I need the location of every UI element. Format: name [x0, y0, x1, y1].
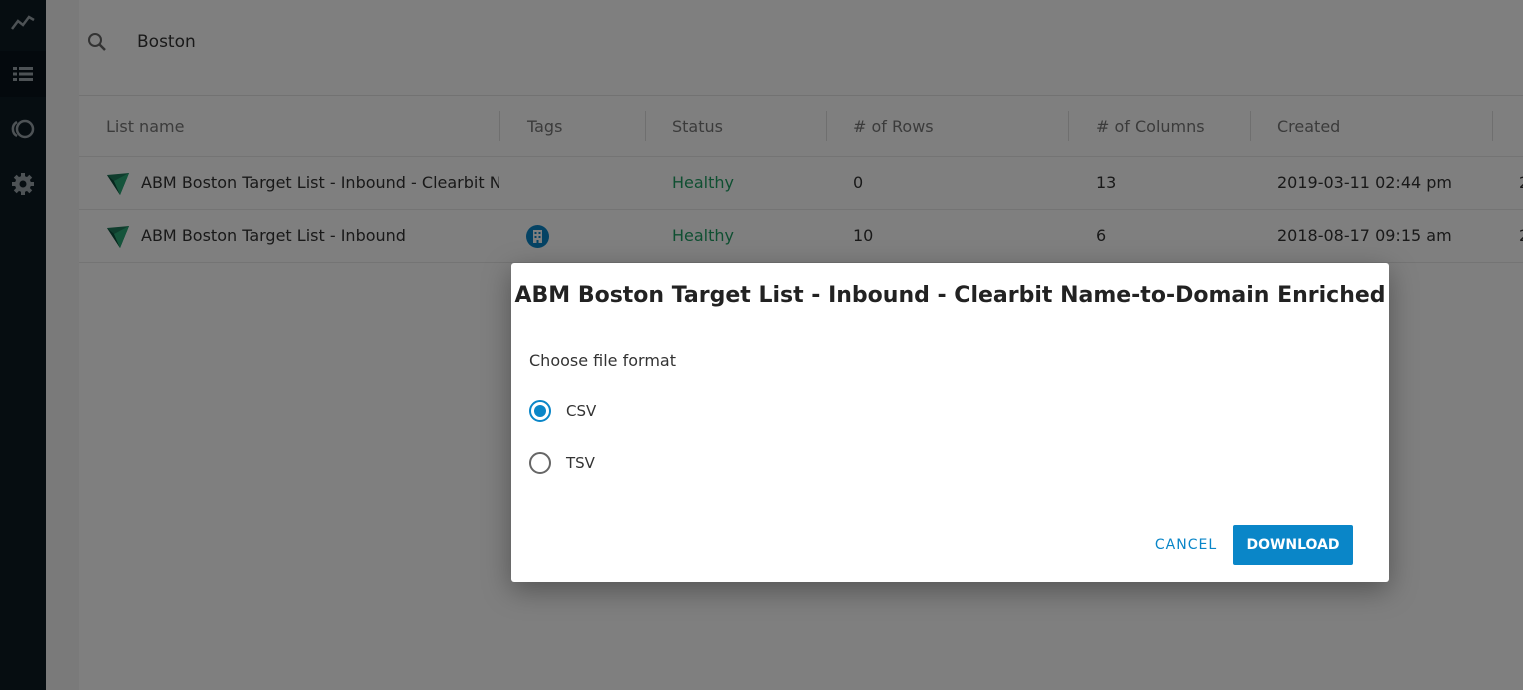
- cancel-button[interactable]: CANCEL: [1141, 525, 1231, 565]
- download-dialog: ABM Boston Target List - Inbound - Clear…: [511, 263, 1389, 582]
- tsv-option-label[interactable]: TSV: [566, 454, 595, 472]
- download-button[interactable]: DOWNLOAD: [1233, 525, 1353, 565]
- csv-option-label[interactable]: CSV: [566, 402, 596, 420]
- dialog-title: ABM Boston Target List - Inbound - Clear…: [514, 283, 1386, 308]
- file-format-label: Choose file format: [529, 351, 676, 370]
- tsv-radio[interactable]: [529, 452, 551, 474]
- csv-radio[interactable]: [529, 400, 551, 422]
